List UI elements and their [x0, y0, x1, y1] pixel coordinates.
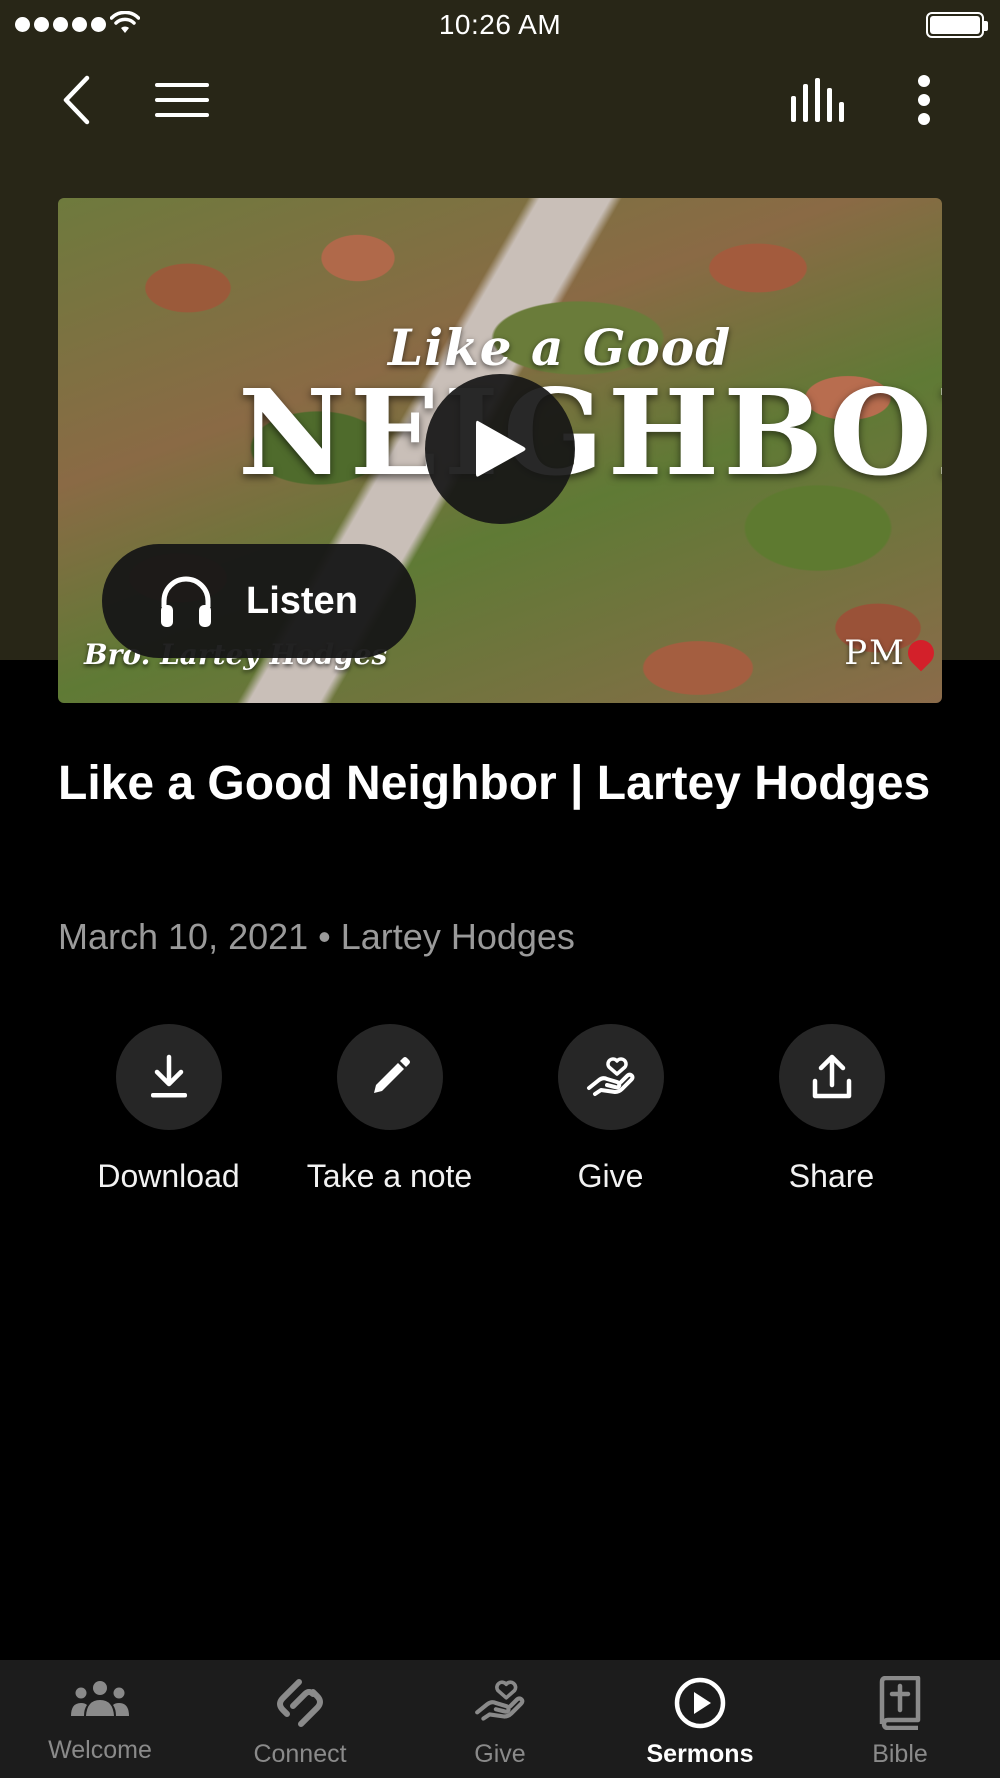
- download-button[interactable]: Download: [58, 1024, 279, 1195]
- download-label: Download: [97, 1158, 240, 1194]
- listen-button[interactable]: Listen: [102, 544, 416, 658]
- tab-connect[interactable]: Connect: [200, 1660, 400, 1778]
- give-action-label: Give: [577, 1158, 644, 1194]
- sermon-title: Like a Good Neighbor | Lartey Hodges: [58, 757, 931, 810]
- church-logo: PM: [844, 633, 940, 673]
- status-bar: 10:26 AM: [0, 0, 1000, 50]
- audio-bars-icon: [791, 78, 844, 122]
- tab-give[interactable]: Give: [400, 1660, 600, 1778]
- back-button[interactable]: [48, 70, 104, 130]
- take-note-circle[interactable]: [336, 1024, 443, 1130]
- tab-bar: Welcome Connect Give Sermons Bible: [0, 1660, 1000, 1778]
- chevron-left-icon: [63, 75, 90, 125]
- map-pin-icon: [902, 634, 940, 672]
- heart-hand-icon: [586, 1057, 634, 1096]
- more-vertical-icon: [918, 75, 930, 125]
- audio-player-button[interactable]: [782, 70, 852, 130]
- take-note-button[interactable]: Take a note: [279, 1024, 500, 1195]
- artwork-title-big: NEIGHBOR: [238, 363, 942, 502]
- status-time: 10:26 AM: [438, 9, 562, 40]
- people-icon: [71, 1681, 129, 1716]
- action-row: Download Take a note Give Share: [58, 1024, 942, 1195]
- share-label: Share: [788, 1158, 875, 1194]
- tab-sermons-label: Sermons: [646, 1740, 754, 1768]
- tab-connect-label: Connect: [253, 1740, 347, 1768]
- take-note-label: Take a note: [306, 1158, 473, 1194]
- headphones-icon: [161, 576, 211, 627]
- download-icon: [150, 1054, 187, 1098]
- share-button[interactable]: Share: [721, 1024, 942, 1195]
- give-circle[interactable]: [557, 1024, 664, 1130]
- logo-text: PM: [844, 633, 906, 673]
- tab-welcome-label: Welcome: [48, 1736, 152, 1764]
- connect-icon: [277, 1679, 323, 1727]
- pencil-icon: [373, 1057, 410, 1093]
- menu-button[interactable]: [150, 70, 214, 130]
- share-circle[interactable]: [778, 1024, 885, 1130]
- play-circle-icon: [674, 1677, 726, 1729]
- bible-icon: [879, 1676, 921, 1730]
- tab-bible[interactable]: Bible: [800, 1660, 1000, 1778]
- play-button[interactable]: [425, 374, 575, 524]
- sermon-meta: March 10, 2021 • Lartey Hodges: [58, 916, 575, 957]
- battery-icon: [926, 12, 988, 38]
- give-action-button[interactable]: Give: [500, 1024, 721, 1195]
- download-circle[interactable]: [115, 1024, 222, 1130]
- more-options-button[interactable]: [900, 70, 948, 130]
- share-icon: [812, 1054, 851, 1099]
- tab-welcome[interactable]: Welcome: [0, 1660, 200, 1778]
- play-icon: [476, 420, 526, 477]
- listen-label: Listen: [246, 579, 358, 622]
- tab-sermons[interactable]: Sermons: [600, 1660, 800, 1778]
- hamburger-menu-icon: [155, 83, 209, 117]
- heart-hand-icon: [475, 1680, 525, 1721]
- tab-bible-label: Bible: [872, 1740, 928, 1768]
- tab-give-label: Give: [474, 1740, 526, 1768]
